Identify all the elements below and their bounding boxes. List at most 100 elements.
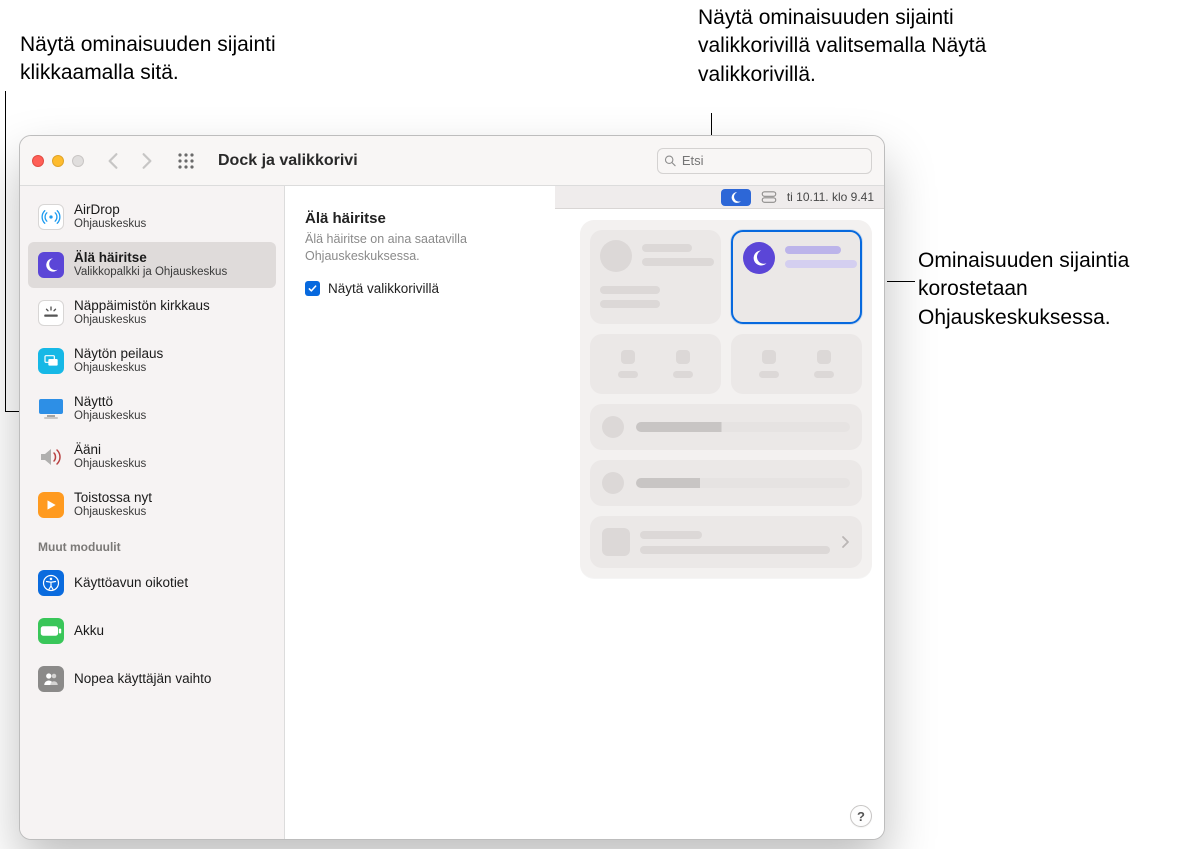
accessibility-icon [38, 570, 64, 596]
titlebar: Dock ja valikkorivi [20, 136, 884, 186]
sidebar-item-now-playing[interactable]: Toistossa nyt Ohjauskeskus [28, 482, 276, 528]
sidebar-item-fast-user-switching[interactable]: Nopea käyttäjän vaihto [28, 656, 276, 702]
window-title: Dock ja valikkorivi [218, 152, 358, 170]
cc-placeholder-dot [621, 350, 635, 364]
sidebar-section-header: Muut moduulit [20, 530, 284, 558]
window-body: AirDrop Ohjauskeskus Älä häiritse Valikk… [20, 186, 884, 839]
cc-module-small [731, 334, 862, 394]
help-button[interactable]: ? [850, 805, 872, 827]
screen-mirroring-icon [38, 348, 64, 374]
sidebar-item-sublabel: Ohjauskeskus [74, 218, 146, 232]
sidebar-item-airdrop[interactable]: AirDrop Ohjauskeskus [28, 194, 276, 240]
search-field[interactable] [657, 148, 872, 174]
sidebar-item-label: Käyttöavun oikotiet [74, 575, 188, 591]
detail-description: Älä häiritse on aina saatavilla Ohjauske… [305, 231, 535, 265]
cc-placeholder-dot [676, 350, 690, 364]
keyboard-brightness-icon [38, 300, 64, 326]
close-window-button[interactable] [32, 155, 44, 167]
menubar-preview: ti 10.11. klo 9.41 [555, 186, 884, 209]
sidebar-item-label: Nopea käyttäjän vaihto [74, 671, 211, 687]
sidebar-item-display[interactable]: Näyttö Ohjauskeskus [28, 386, 276, 432]
sidebar-item-sublabel: Ohjauskeskus [74, 362, 163, 376]
cc-placeholder-line [600, 286, 660, 294]
cc-placeholder-line [600, 300, 660, 308]
callout-line [5, 91, 6, 411]
sidebar-item-label: Älä häiritse [74, 250, 227, 266]
show-in-menubar-checkbox[interactable] [305, 281, 320, 296]
traffic-lights [32, 155, 84, 167]
cc-placeholder-line [785, 260, 857, 268]
callout-top-left: Näytä ominaisuuden sijainti klikkaamalla… [20, 31, 280, 88]
forward-button[interactable] [134, 148, 160, 174]
control-center-preview [580, 220, 872, 578]
moon-icon [743, 242, 775, 274]
cc-slider-module [590, 460, 862, 506]
show-in-menubar-label: Näytä valikkorivillä [328, 281, 439, 296]
control-center-icon [761, 191, 777, 203]
cc-placeholder-icon [602, 472, 624, 494]
sidebar-item-label: Ääni [74, 442, 146, 458]
sidebar-item-sublabel: Ohjauskeskus [74, 314, 210, 328]
sidebar-item-sublabel: Ohjauskeskus [74, 506, 152, 520]
sidebar-item-sublabel: Valikkopalkki ja Ohjauskeskus [74, 266, 227, 280]
cc-placeholder-line [640, 531, 702, 539]
preview-panel: ti 10.11. klo 9.41 [555, 186, 884, 839]
sidebar-item-keyboard-brightness[interactable]: Näppäimistön kirkkaus Ohjauskeskus [28, 290, 276, 336]
sidebar-item-label: Näyttö [74, 394, 146, 410]
zoom-window-button[interactable] [72, 155, 84, 167]
callout-line [887, 281, 915, 282]
airdrop-icon [38, 204, 64, 230]
sidebar-item-dnd[interactable]: Älä häiritse Valikkopalkki ja Ohjauskesk… [28, 242, 276, 288]
cc-placeholder-icon [602, 416, 624, 438]
cc-placeholder-icon [600, 240, 632, 272]
callout-top-right: Näytä ominaisuuden sijainti valikkorivil… [698, 4, 988, 89]
cc-placeholder-dash [759, 371, 779, 378]
cc-placeholder-line [642, 244, 692, 252]
speaker-icon [38, 444, 64, 470]
detail-panel: Älä häiritse Älä häiritse on aina saatav… [285, 186, 555, 839]
user-switch-icon [38, 666, 64, 692]
detail-title: Älä häiritse [305, 210, 535, 227]
search-icon [664, 154, 676, 167]
sidebar-item-sound[interactable]: Ääni Ohjauskeskus [28, 434, 276, 480]
sidebar-item-label: Akku [74, 623, 104, 639]
search-input[interactable] [682, 153, 865, 168]
content-area: Älä häiritse Älä häiritse on aina saatav… [285, 186, 884, 839]
cc-module-small [590, 334, 721, 394]
preferences-window: Dock ja valikkorivi AirDrop Ohjauskeskus [19, 135, 885, 840]
chevron-right-icon [840, 535, 850, 549]
cc-placeholder-dash [618, 371, 638, 378]
sidebar-item-battery[interactable]: Akku [28, 608, 276, 654]
moon-icon [729, 191, 742, 204]
moon-icon [38, 252, 64, 278]
sidebar-item-screen-mirroring[interactable]: Näytön peilaus Ohjauskeskus [28, 338, 276, 384]
sidebar-item-label: AirDrop [74, 202, 146, 218]
battery-icon [38, 618, 64, 644]
cc-placeholder-dash [673, 371, 693, 378]
back-button[interactable] [100, 148, 126, 174]
sidebar-item-sublabel: Ohjauskeskus [74, 410, 146, 424]
sidebar[interactable]: AirDrop Ohjauskeskus Älä häiritse Valikk… [20, 186, 285, 839]
menubar-datetime: ti 10.11. klo 9.41 [787, 190, 874, 204]
cc-placeholder-dot [817, 350, 831, 364]
cc-slider-track [636, 422, 850, 432]
sidebar-item-label: Toistossa nyt [74, 490, 152, 506]
cc-placeholder-line [640, 546, 830, 554]
show-all-button[interactable] [172, 147, 200, 175]
sidebar-item-label: Näppäimistön kirkkaus [74, 298, 210, 314]
cc-placeholder-dash [814, 371, 834, 378]
sidebar-item-accessibility-shortcuts[interactable]: Käyttöavun oikotiet [28, 560, 276, 606]
cc-slider-module [590, 404, 862, 450]
cc-module-dnd-highlighted [731, 230, 862, 324]
cc-placeholder-line [642, 258, 714, 266]
cc-placeholder-thumb [602, 528, 630, 556]
cc-module-generic [590, 230, 721, 324]
cc-slider-track [636, 478, 850, 488]
minimize-window-button[interactable] [52, 155, 64, 167]
cc-now-playing-module [590, 516, 862, 568]
show-in-menubar-row[interactable]: Näytä valikkorivillä [305, 281, 535, 296]
display-icon [38, 396, 64, 422]
sidebar-item-label: Näytön peilaus [74, 346, 163, 362]
callout-right: Ominaisuuden sijaintia korostetaan Ohjau… [918, 247, 1188, 332]
menubar-dnd-pill [721, 189, 751, 206]
